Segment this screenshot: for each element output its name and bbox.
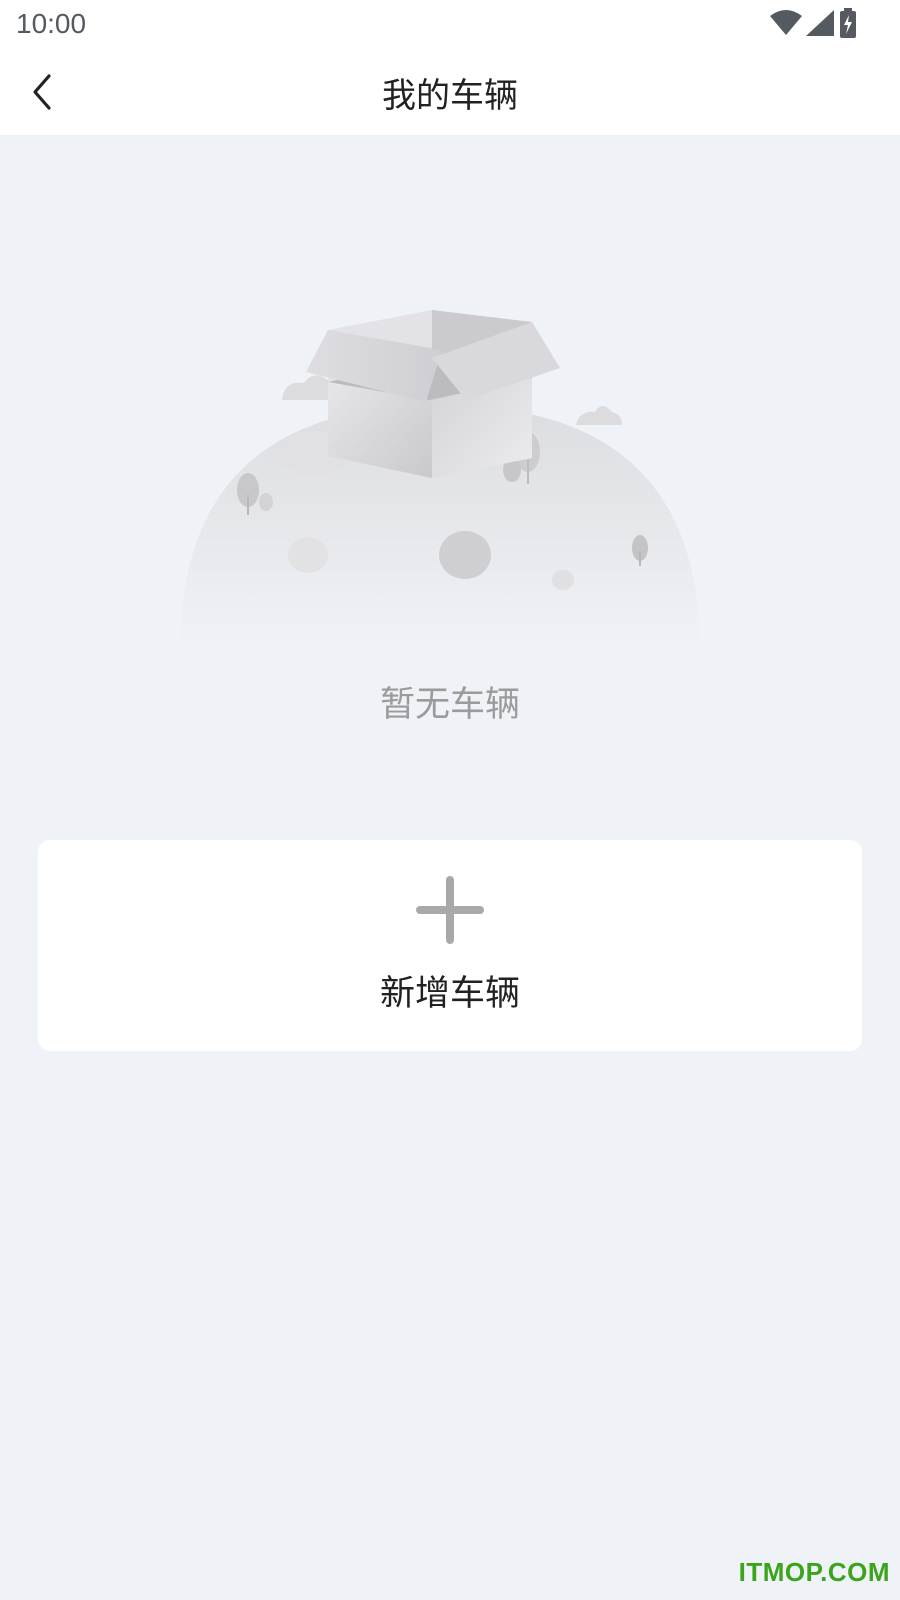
battery-charging-icon xyxy=(838,8,858,42)
empty-box-illustration xyxy=(170,290,730,660)
empty-state-message: 暂无车辆 xyxy=(379,685,520,725)
add-vehicle-label: 新增车辆 xyxy=(379,974,520,1014)
page-title: 我的车辆 xyxy=(382,76,518,116)
status-icons xyxy=(770,8,858,42)
header: 10:00 我的车辆 xyxy=(0,0,900,135)
watermark: ITMOP.COM xyxy=(738,1557,890,1587)
status-time: 10:00 xyxy=(16,8,87,39)
cellular-signal-icon xyxy=(806,10,834,40)
plus-icon xyxy=(416,876,484,944)
add-vehicle-button[interactable]: 新增车辆 xyxy=(38,840,862,1051)
wifi-icon xyxy=(770,10,802,40)
navigation-bar: 我的车辆 xyxy=(0,50,900,135)
status-bar: 10:00 xyxy=(0,0,900,50)
